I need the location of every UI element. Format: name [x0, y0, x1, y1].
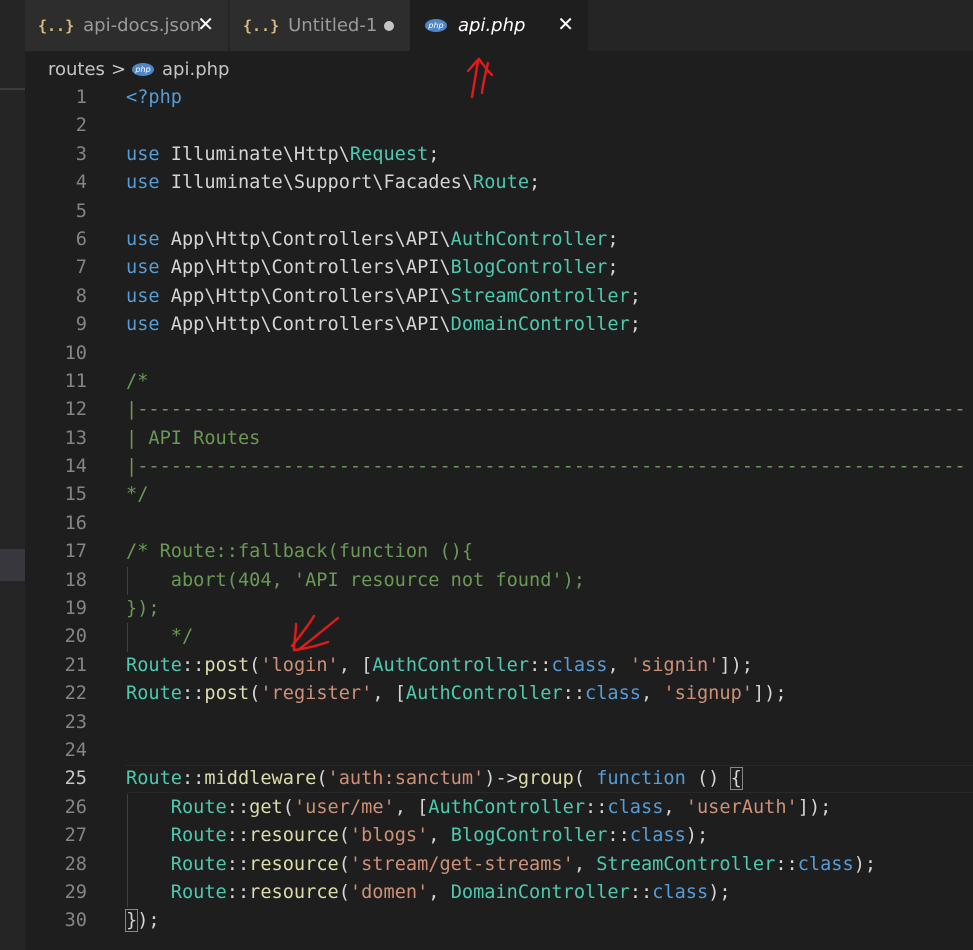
code-line: 6 use App\Http\Controllers\API\AuthContro… [0, 226, 973, 254]
json-file-icon: {..} [38, 16, 75, 35]
php-file-icon: php [425, 19, 447, 32]
line-number: 18 [64, 569, 87, 591]
code-line: 28 Route::resource('stream/get-streams',… [0, 850, 973, 879]
code-line: 13 | API Routes [0, 425, 973, 453]
code-line: 14 |-------------------------------------… [0, 453, 973, 481]
code-line: 12 |-------------------------------------… [0, 396, 973, 424]
tab-label: Untitled-1 [288, 15, 378, 36]
code-line: 8 use App\Http\Controllers\API\StreamCont… [0, 283, 973, 311]
line-number: 5 [75, 200, 87, 222]
code-line: 17/* Route::fallback(function (){ [0, 538, 973, 566]
line-number: 21 [64, 654, 87, 676]
tab-untitled-1[interactable]: {..} Untitled-1 [230, 0, 410, 51]
line-number: 7 [75, 257, 87, 279]
tab-api-docs-json[interactable]: {..} api-docs.json ✕ [25, 0, 229, 51]
line-number: 9 [75, 314, 87, 336]
line-number: 6 [75, 228, 87, 250]
line-number: 10 [64, 342, 87, 364]
line-number: 8 [75, 285, 87, 307]
line-number: 22 [64, 683, 87, 705]
php-file-icon: php [132, 62, 155, 76]
json-file-icon: {..} [243, 16, 280, 35]
breadcrumb-file[interactable]: api.php [162, 59, 229, 80]
tab-label: api.php [458, 15, 526, 36]
code-line: 29 Route::resource('domen', DomainContro… [0, 878, 973, 908]
line-number: 30 [64, 910, 87, 932]
code-line-current: 25 Route::middleware('auth:sanctum')->gro… [0, 765, 973, 794]
tab-api-php[interactable]: php api.php ✕ [410, 0, 588, 51]
line-number: 16 [64, 512, 87, 534]
code-line: 4 use Illuminate\Support\Facades\Route; [0, 169, 973, 197]
close-icon[interactable]: ✕ [197, 12, 214, 36]
line-number: 2 [75, 115, 87, 137]
line-number: 12 [64, 399, 87, 421]
line-number: 27 [64, 825, 87, 847]
line-number: 28 [64, 853, 87, 875]
line-number: 1 [75, 87, 87, 108]
code-line: 9 use App\Http\Controllers\API\DomainCont… [0, 311, 973, 339]
line-number: 3 [75, 143, 87, 165]
code-line: 11/* [0, 368, 973, 396]
code-line: 19}); [0, 595, 973, 623]
code-line: 20 */ [0, 623, 973, 652]
annotation-arrow-down-icon [290, 614, 340, 652]
code-line: 22 Route::post('register', [AuthControlle… [0, 680, 973, 708]
line-number: 26 [64, 796, 87, 818]
code-line: 16 [0, 510, 973, 538]
tab-label: api-docs.json [83, 15, 202, 36]
line-number: 11 [64, 370, 87, 392]
code-line: 26 Route::get('user/me', [AuthController… [0, 793, 973, 823]
line-number: 24 [64, 739, 87, 761]
chevron-right-icon: > [110, 58, 127, 80]
code-line: 2 [0, 112, 973, 140]
code-line: 10 [0, 340, 973, 368]
breadcrumb: routes > php api.php [48, 57, 229, 81]
line-number: 13 [64, 427, 87, 449]
line-number: 15 [64, 484, 87, 506]
code-line: 7 use App\Http\Controllers\API\BlogContro… [0, 254, 973, 282]
annotation-arrow-up-icon [466, 57, 494, 99]
code-line: 15 */ [0, 481, 973, 509]
code-line: 18 abort(404, 'API resource not found'); [0, 566, 973, 596]
close-icon[interactable]: ✕ [557, 12, 574, 36]
code-line: 23 [0, 709, 973, 737]
breadcrumb-folder[interactable]: routes [48, 59, 105, 80]
line-number: 20 [64, 626, 87, 648]
line-number: 25 [64, 768, 87, 790]
line-number: 29 [64, 881, 87, 903]
code-line: 21 Route::post('login', [AuthController::… [0, 652, 973, 680]
code-editor[interactable]: 1 <?php 2 3 use Illuminate\Http\Request; 4… [0, 84, 973, 936]
code-line: 5 [0, 198, 973, 226]
code-line: 30}); [0, 907, 973, 935]
code-line: 24 [0, 737, 973, 765]
line-number: 14 [64, 456, 87, 478]
code-line: 3 use Illuminate\Http\Request; [0, 141, 973, 169]
line-number: 17 [64, 541, 87, 563]
code-line: 27 Route::resource('blogs', BlogControll… [0, 822, 973, 851]
line-number: 4 [75, 172, 87, 194]
unsaved-dot-icon[interactable] [384, 21, 394, 31]
line-number: 23 [64, 711, 87, 733]
line-number: 19 [64, 598, 87, 620]
